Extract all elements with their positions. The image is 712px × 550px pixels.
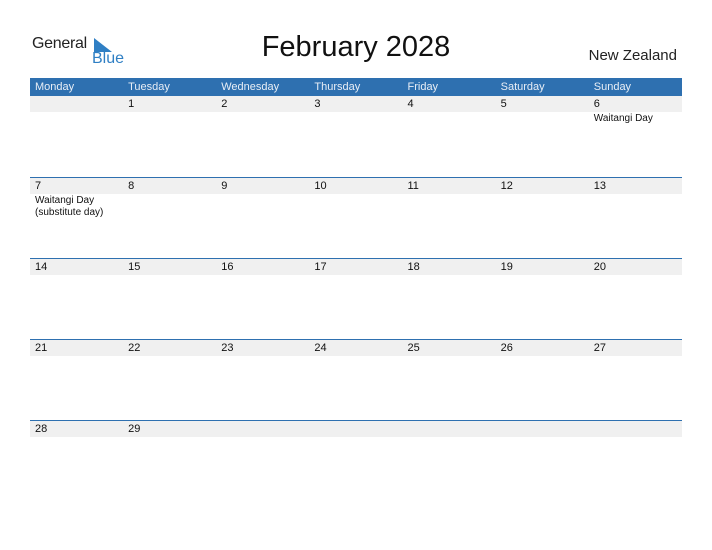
day-number: 20: [593, 261, 606, 273]
country-label: New Zealand: [588, 47, 677, 64]
date-strip: 28 29: [30, 421, 682, 437]
holiday-label: [496, 112, 589, 125]
event-strip: [30, 437, 682, 438]
holiday-label: [496, 437, 589, 438]
day-number: 13: [593, 180, 606, 192]
day-number: 25: [407, 342, 420, 354]
holiday-label: [403, 437, 496, 438]
week-row: 14 15 16 17 18 19 20: [30, 258, 682, 339]
holiday-label: [309, 112, 402, 125]
day-number: 22: [128, 342, 141, 354]
holiday-label: [403, 356, 496, 357]
holiday-label: [30, 356, 123, 357]
weekday-friday: Friday: [407, 81, 439, 93]
holiday-label: [216, 112, 309, 125]
calendar-grid: Monday Tuesday Wednesday Thursday Friday Satu…: [30, 78, 682, 440]
holiday-label: [123, 437, 216, 438]
event-strip: [30, 356, 682, 357]
holiday-label: [30, 275, 123, 276]
day-number: 7: [35, 180, 42, 192]
day-number: 11: [407, 180, 419, 192]
day-number: 14: [35, 261, 48, 273]
holiday-label: [216, 437, 309, 438]
holiday-label: [123, 112, 216, 125]
weekday-thursday: Thursday: [314, 81, 361, 93]
day-number: 16: [221, 261, 234, 273]
day-number: 27: [593, 342, 606, 354]
day-number: 15: [128, 261, 141, 273]
event-strip: [30, 275, 682, 276]
week-row: 21 22 23 24 25 26 27: [30, 339, 682, 420]
weekday-wednesday: Wednesday: [221, 81, 280, 93]
holiday-label: [216, 194, 309, 219]
day-number: 23: [221, 342, 234, 354]
day-number: [589, 421, 682, 437]
holiday-label: [123, 194, 216, 219]
day-number: 2: [221, 98, 228, 110]
date-strip: 1 2 3 4 5 6: [30, 96, 682, 112]
day-number: 8: [128, 180, 135, 192]
day-number: [309, 421, 402, 437]
day-number: [30, 96, 123, 112]
date-strip: 21 22 23 24 25 26 27: [30, 340, 682, 356]
day-number: 28: [35, 423, 48, 435]
day-number: 1: [128, 98, 135, 110]
holiday-label: [496, 356, 589, 357]
day-number: 19: [500, 261, 513, 273]
weekday-saturday: Saturday: [500, 81, 545, 93]
day-number: 3: [314, 98, 321, 110]
day-number: 26: [500, 342, 513, 354]
day-number: 12: [500, 180, 513, 192]
week-row: 7 8 9 10 11 12 13 Waitangi Day (substitute day): [30, 177, 682, 258]
week-row: 1 2 3 4 5 6 Waitangi Day: [30, 96, 682, 177]
holiday-label: [123, 356, 216, 357]
holiday-label: [30, 112, 123, 125]
holiday-label: Waitangi Day (substitute day): [35, 195, 104, 218]
holiday-label: [309, 275, 402, 276]
holiday-label: Waitangi Day: [593, 113, 653, 124]
day-number: [216, 421, 309, 437]
date-strip: 14 15 16 17 18 19 20: [30, 259, 682, 275]
weekday-header: Monday Tuesday Wednesday Thursday Friday Satu…: [30, 78, 682, 96]
day-number: 21: [35, 342, 48, 354]
day-number: 9: [221, 180, 228, 192]
holiday-label: [589, 194, 682, 219]
day-number: 4: [407, 98, 414, 110]
holiday-label: [403, 275, 496, 276]
holiday-label: [496, 275, 589, 276]
holiday-label: [496, 194, 589, 219]
day-number: 18: [407, 261, 420, 273]
holiday-label: [309, 356, 402, 357]
holiday-label: [309, 194, 402, 219]
holiday-label: [589, 275, 682, 276]
day-number: 6: [593, 98, 600, 110]
event-strip: Waitangi Day: [30, 112, 682, 125]
day-number: 29: [128, 423, 141, 435]
date-strip: 7 8 9 10 11 12 13: [30, 178, 682, 194]
holiday-label: [216, 356, 309, 357]
holiday-label: [216, 275, 309, 276]
weekday-monday: Monday: [35, 81, 75, 93]
day-number: [496, 421, 589, 437]
week-row: 28 29: [30, 420, 682, 440]
day-number: 10: [314, 180, 327, 192]
holiday-label: [123, 275, 216, 276]
holiday-label: [589, 437, 682, 438]
holiday-label: [309, 437, 402, 438]
weekday-sunday: Sunday: [593, 81, 632, 93]
holiday-label: [589, 356, 682, 357]
holiday-label: [30, 437, 123, 438]
day-number: 5: [500, 98, 507, 110]
weekday-tuesday: Tuesday: [128, 81, 170, 93]
holiday-label: [403, 112, 496, 125]
day-number: 24: [314, 342, 327, 354]
holiday-label: [403, 194, 496, 219]
day-number: 17: [314, 261, 327, 273]
day-number: [403, 421, 496, 437]
event-strip: Waitangi Day (substitute day): [30, 194, 682, 219]
